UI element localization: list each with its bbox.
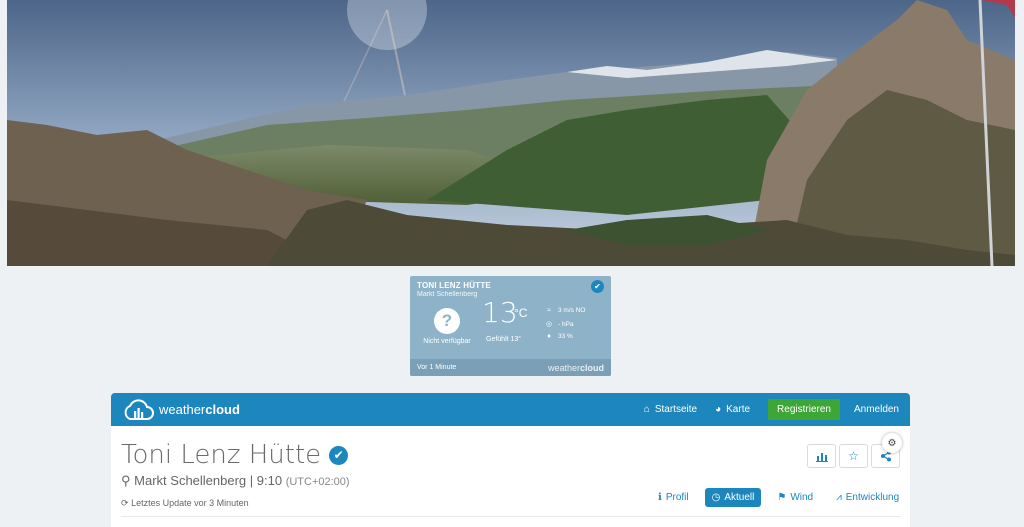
- statistics-button[interactable]: [807, 444, 836, 468]
- line-chart-icon: ⩘: [836, 492, 842, 503]
- widget-condition: Nicht verfügbar: [423, 338, 471, 345]
- question-mark-icon: ?: [434, 308, 460, 334]
- widget-humidity: 33 %: [558, 333, 573, 340]
- station-title-row: Toni Lenz Hütte ✔: [121, 440, 349, 470]
- cloud-logo-icon: [124, 398, 154, 420]
- top-navbar: weathercloud ⌂ Startseite ◕ Karte Regist…: [111, 393, 910, 426]
- windsock-icon: ⚑: [777, 492, 787, 503]
- station-location-row: ⚲ Markt Schellenberg | 9:10 (UTC+02:00): [121, 473, 350, 489]
- station-panel: Toni Lenz Hütte ✔ ⚲ Markt Schellenberg |…: [111, 426, 910, 527]
- tab-wind[interactable]: ⚑ Wind: [770, 488, 820, 507]
- info-icon: ℹ: [658, 492, 662, 503]
- windsock-icon: ≈: [547, 307, 551, 314]
- widget-station-name: TONI LENZ HÜTTE: [417, 281, 491, 290]
- widget-updated: Vor 1 Minute: [417, 364, 457, 371]
- station-location: Markt Schellenberg | 9:10: [134, 473, 283, 488]
- webcam-panorama[interactable]: [7, 0, 1015, 266]
- widget-wind-row: ≈ 3 m/s NO: [544, 307, 585, 314]
- nav-startseite[interactable]: ⌂ Startseite: [644, 404, 697, 415]
- clock-icon: ◷: [711, 492, 721, 503]
- nav-karte[interactable]: ◕ Karte: [715, 404, 750, 415]
- widget-pressure-row: ◎ - hPa: [544, 320, 574, 329]
- station-timezone: (UTC+02:00): [285, 476, 350, 488]
- verified-badge-icon: ✔: [329, 445, 349, 465]
- weathercloud-logo[interactable]: weathercloud: [122, 398, 240, 421]
- panorama-image: [7, 0, 1015, 266]
- verified-check-icon: ✔: [591, 280, 604, 293]
- droplet-icon: ♦: [547, 333, 551, 340]
- widget-feels-like: Gefühlt 13°: [486, 336, 522, 343]
- widget-temperature-unit: °C: [514, 306, 528, 320]
- register-button[interactable]: Registrieren: [768, 399, 840, 420]
- last-update-text: Letztes Update vor 3 Minuten: [131, 498, 249, 508]
- widget-pressure: - hPa: [558, 320, 574, 328]
- login-button[interactable]: Anmelden: [854, 404, 899, 415]
- star-icon: ☆: [848, 449, 859, 463]
- settings-gear-icon[interactable]: ⚙: [882, 433, 902, 453]
- tab-profil[interactable]: ℹ Profil: [651, 488, 696, 507]
- barometer-icon: ◎: [545, 321, 553, 328]
- globe-icon: ◕: [715, 404, 722, 415]
- tab-aktuell[interactable]: ◷ Aktuell: [704, 488, 762, 507]
- widget-location: Markt Schellenberg: [417, 291, 478, 298]
- map-marker-icon: ⚲: [121, 473, 131, 488]
- page-title: Toni Lenz Hütte: [121, 440, 322, 470]
- station-tabs: ℹ Profil ◷ Aktuell ⚑ Wind ⩘ Entwicklung: [651, 488, 906, 507]
- tab-entwicklung[interactable]: ⩘ Entwicklung: [829, 488, 906, 507]
- widget-brand: weathercloud: [547, 362, 604, 373]
- widget-temperature: 13: [482, 296, 518, 329]
- home-icon: ⌂: [643, 404, 650, 415]
- widget-wind: 3 m/s NO: [558, 307, 586, 314]
- widget-humidity-row: ♦ 33 %: [544, 333, 573, 340]
- last-update-row: ⟳ Letztes Update vor 3 Minuten: [121, 498, 249, 509]
- refresh-icon: ⟳: [121, 498, 129, 508]
- panel-divider: [121, 516, 900, 517]
- bar-chart-icon: [815, 452, 828, 462]
- widget-footer: Vor 1 Minute weathercloud: [410, 359, 611, 376]
- logo-text: weathercloud: [159, 402, 240, 417]
- favorite-button[interactable]: ☆: [839, 444, 868, 468]
- weather-widget[interactable]: TONI LENZ HÜTTE Markt Schellenberg ✔ ? N…: [410, 276, 611, 376]
